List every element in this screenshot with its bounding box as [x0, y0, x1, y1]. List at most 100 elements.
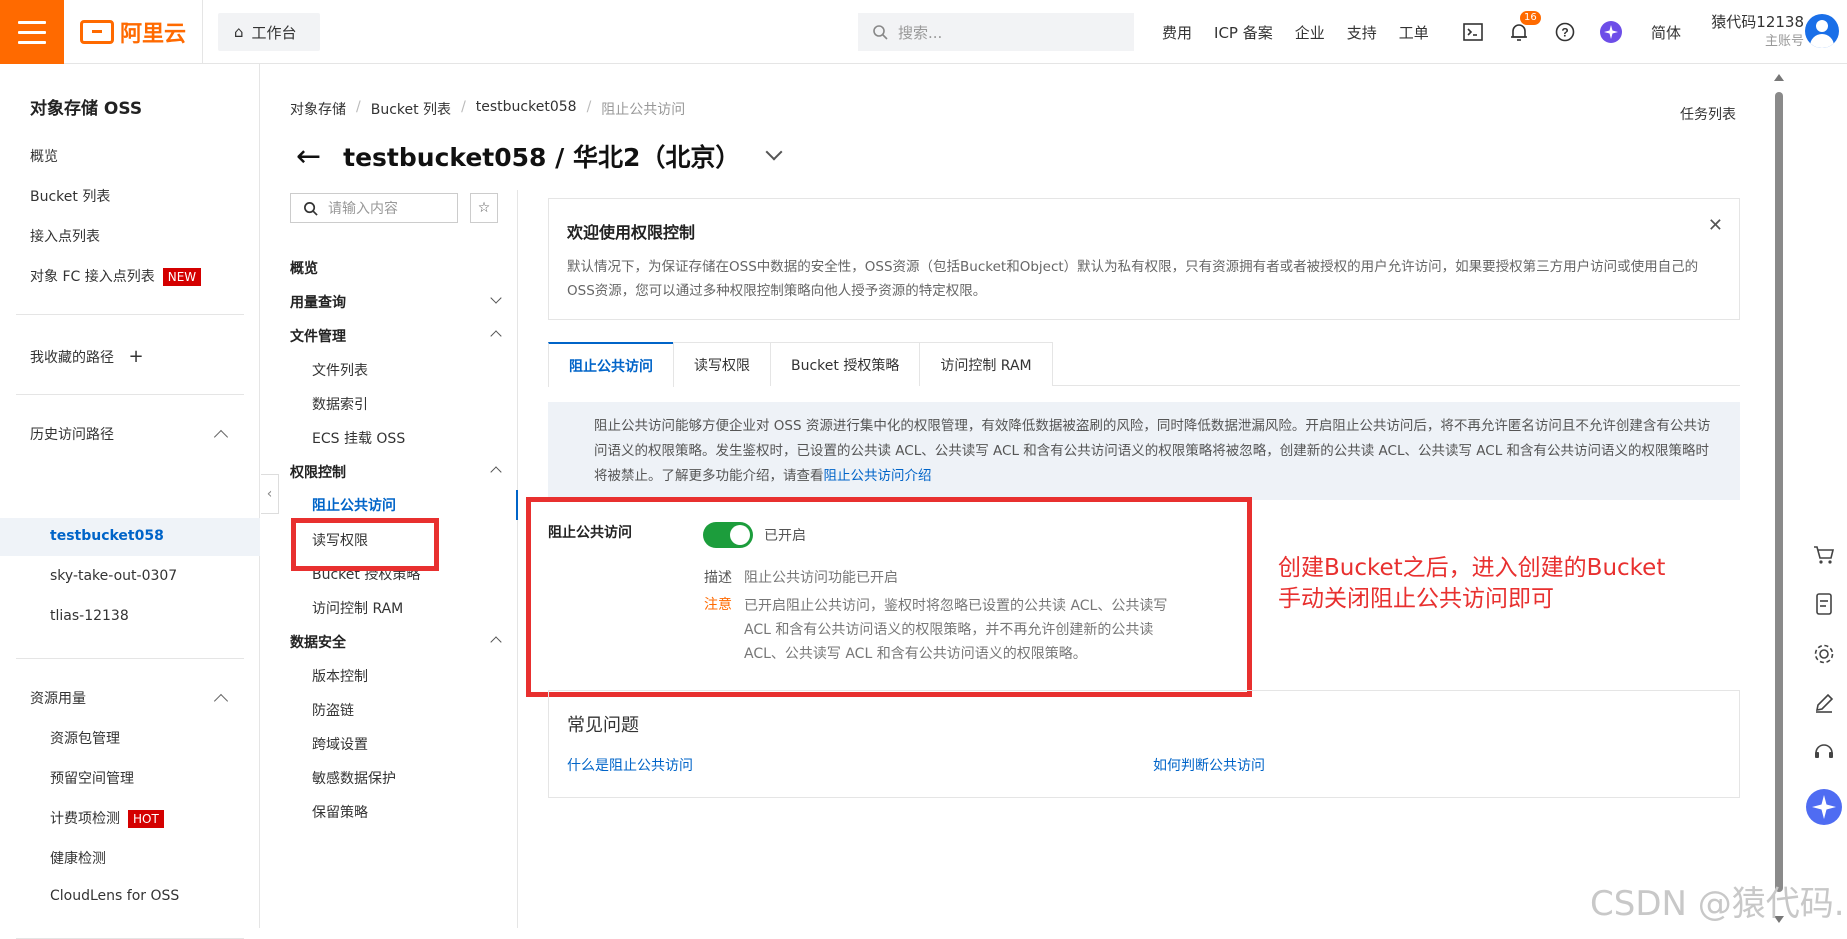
menu-icon[interactable]	[0, 0, 64, 64]
history-section-title[interactable]: 历史访问路径	[30, 424, 114, 444]
subnav-usage[interactable]: 用量查询	[290, 292, 346, 312]
ai-assistant-icon[interactable]	[1805, 789, 1842, 829]
subnav-versioning[interactable]: 版本控制	[312, 666, 368, 686]
breadcrumb-separator: /	[586, 99, 592, 115]
annotation-text: 创建Bucket之后，进入创建的Bucket 手动关闭阻止公共访问即可	[1278, 553, 1665, 615]
new-tag: NEW	[162, 268, 202, 286]
chevron-down-icon[interactable]	[490, 292, 502, 304]
home-icon: ⌂	[234, 23, 244, 41]
sidebar-item-access-points[interactable]: 接入点列表	[30, 226, 100, 246]
page-title: ← testbucket058 / 华北2（北京）	[296, 138, 783, 174]
chevron-up-icon[interactable]	[490, 466, 502, 478]
history-item[interactable]: tlias-12138	[50, 608, 129, 624]
global-search-input[interactable]: 搜索...	[858, 13, 1134, 51]
sidebar-item-cloudlens[interactable]: CloudLens for OSS	[50, 888, 179, 904]
page-title-text: testbucket058 / 华北2（北京）	[343, 143, 741, 172]
notice-link[interactable]: 阻止公共访问介绍	[824, 468, 932, 484]
annotation-line: 手动关闭阻止公共访问即可	[1278, 586, 1554, 612]
chevron-up-icon[interactable]	[490, 636, 502, 648]
language-switch[interactable]: 简体	[1651, 22, 1681, 43]
ai-assistant-icon[interactable]	[1600, 21, 1622, 43]
subnav-overview[interactable]: 概览	[290, 258, 318, 278]
collapse-sidebar-button[interactable]: ‹	[261, 474, 279, 514]
star-icon[interactable]: ☆	[470, 193, 498, 223]
subnav-ram[interactable]: 访问控制 RAM	[312, 598, 403, 618]
subnav-permission[interactable]: 权限控制	[290, 462, 346, 482]
user-menu[interactable]: 猿代码12138 主账号	[1704, 12, 1804, 52]
history-item[interactable]: sky-take-out-0307	[50, 568, 177, 584]
faq-link-what-is[interactable]: 什么是阻止公共访问	[567, 755, 693, 775]
tab-ram[interactable]: 访问控制 RAM	[919, 342, 1053, 386]
nav-enterprise[interactable]: 企业	[1295, 22, 1325, 43]
cart-icon[interactable]	[1813, 545, 1835, 569]
sidebar-item-health-check[interactable]: 健康检测	[50, 848, 106, 868]
workbench-label: 工作台	[251, 23, 297, 42]
nav-support[interactable]: 支持	[1347, 22, 1377, 43]
subnav-data-security[interactable]: 数据安全	[290, 632, 346, 652]
gear-icon[interactable]	[1813, 643, 1835, 669]
sidebar-item-resource-pack[interactable]: 资源包管理	[50, 728, 120, 748]
add-icon[interactable]: +	[128, 346, 143, 367]
terminal-icon[interactable]	[1462, 21, 1484, 43]
headset-icon[interactable]	[1813, 741, 1835, 765]
subnav-file-mgmt[interactable]: 文件管理	[290, 326, 346, 346]
sidebar-item-overview[interactable]: 概览	[30, 146, 58, 166]
subnav-cors[interactable]: 跨域设置	[312, 734, 368, 754]
tab-block-public-access[interactable]: 阻止公共访问	[548, 342, 674, 387]
scroll-up-arrow-icon[interactable]	[1774, 74, 1784, 81]
chevron-up-icon[interactable]	[213, 693, 229, 709]
aliyun-logo[interactable]: 阿里云	[80, 16, 186, 48]
subnav-data-index[interactable]: 数据索引	[312, 394, 368, 414]
subnav-sensitive-data[interactable]: 敏感数据保护	[312, 768, 396, 788]
breadcrumb-separator: /	[461, 99, 466, 115]
subnav-ecs-mount[interactable]: ECS 挂载 OSS	[312, 428, 405, 448]
breadcrumb-current: 阻止公共访问	[601, 102, 686, 118]
chevron-up-icon[interactable]	[213, 429, 229, 445]
sidebar-item-fc-access-points[interactable]: 对象 FC 接入点列表 NEW	[30, 266, 202, 286]
workbench-button[interactable]: ⌂ 工作台	[218, 13, 320, 51]
avatar[interactable]	[1805, 14, 1839, 48]
breadcrumb-bucket[interactable]: testbucket058	[476, 99, 577, 119]
history-item-active[interactable]: testbucket058	[0, 518, 260, 556]
welcome-title: 欢迎使用权限控制	[567, 223, 696, 242]
product-sidebar: 对象存储 OSS 概览 Bucket 列表 接入点列表 对象 FC 接入点列表 N…	[0, 64, 260, 939]
faq-link-how-judge[interactable]: 如何判断公共访问	[1153, 755, 1265, 775]
chevron-up-icon[interactable]	[490, 330, 502, 342]
hot-tag: HOT	[128, 810, 164, 828]
logo-text: 阿里云	[120, 22, 187, 47]
notice-text: 阻止公共访问能够方便企业对 OSS 资源进行集中化的权限管理，有效降低数据被盗刷…	[594, 418, 1711, 484]
back-arrow-icon[interactable]: ←	[296, 139, 321, 174]
close-icon[interactable]: ✕	[1708, 215, 1723, 236]
highlight-box-setting	[526, 497, 1252, 697]
page-scrollbar[interactable]	[1772, 70, 1786, 928]
nav-icp[interactable]: ICP 备案	[1214, 22, 1273, 43]
edit-icon[interactable]	[1814, 693, 1834, 717]
sidebar-divider	[16, 314, 244, 315]
nav-fees[interactable]: 费用	[1162, 22, 1192, 43]
breadcrumb-oss[interactable]: 对象存储	[290, 99, 346, 119]
subnav-file-list[interactable]: 文件列表	[312, 360, 368, 380]
sidebar-item-reserved-space[interactable]: 预留空间管理	[50, 768, 134, 788]
help-icon[interactable]: ?	[1554, 21, 1576, 43]
scrollbar-thumb[interactable]	[1775, 92, 1783, 892]
topbar-divider	[202, 0, 203, 64]
bell-icon[interactable]: 16	[1508, 11, 1541, 43]
document-icon[interactable]	[1814, 593, 1834, 619]
faq-panel: 常见问题 什么是阻止公共访问 如何判断公共访问	[548, 690, 1740, 798]
sidebar-item-bucket-list[interactable]: Bucket 列表	[30, 186, 110, 206]
breadcrumb-bucket-list[interactable]: Bucket 列表	[371, 99, 451, 119]
subnav-search-input[interactable]: 请输入内容	[290, 193, 458, 223]
sidebar-item-billing-check[interactable]: 计费项检测 HOT	[50, 808, 164, 828]
notification-badge: 16	[1520, 11, 1541, 25]
resources-section-title[interactable]: 资源用量	[30, 688, 86, 708]
tab-rw-acl[interactable]: 读写权限	[673, 342, 771, 386]
task-list-link[interactable]: 任务列表	[1680, 104, 1736, 124]
subnav-block-public-access[interactable]: 阻止公共访问	[290, 486, 518, 522]
nav-ticket[interactable]: 工单	[1399, 22, 1429, 43]
subnav-retention[interactable]: 保留策略	[312, 802, 368, 822]
tab-bucket-policy[interactable]: Bucket 授权策略	[770, 342, 921, 386]
sidebar-favorites[interactable]: 我收藏的路径 +	[30, 346, 144, 367]
chevron-down-icon[interactable]	[765, 143, 783, 161]
subnav-hotlink[interactable]: 防盗链	[312, 700, 354, 720]
sidebar-item-fc-label: 对象 FC 接入点列表	[30, 269, 155, 285]
